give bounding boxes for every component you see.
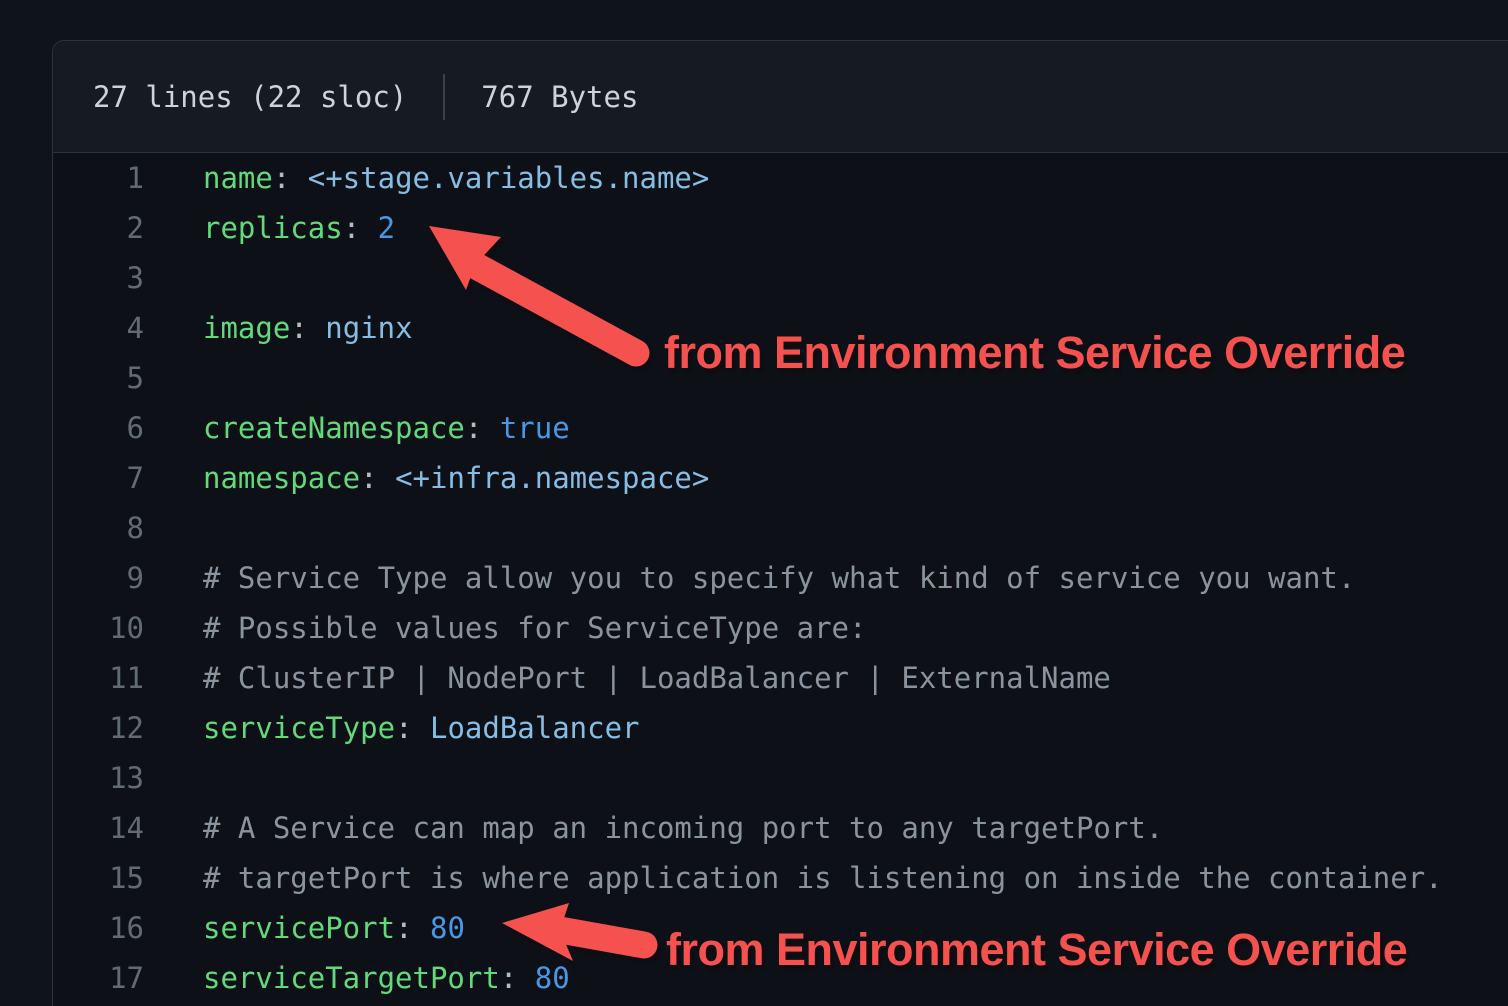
code-token-comment: # Possible values for ServiceType are: bbox=[203, 611, 866, 645]
code-token-comment: # A Service can map an incoming port to … bbox=[203, 811, 1163, 845]
code-token-str: <+stage.variables.name> bbox=[308, 161, 710, 195]
code-token-key: replicas bbox=[203, 211, 343, 245]
code-text: namespace: <+infra.namespace> bbox=[203, 461, 709, 495]
code-token-str: LoadBalancer bbox=[430, 711, 640, 745]
code-text: name: <+stage.variables.name> bbox=[203, 161, 709, 195]
code-token-punct: : bbox=[395, 711, 430, 745]
line-number[interactable]: 10 bbox=[53, 611, 144, 645]
line-number[interactable]: 7 bbox=[53, 461, 144, 495]
line-number[interactable]: 9 bbox=[53, 561, 144, 595]
line-number[interactable]: 1 bbox=[53, 161, 144, 195]
code-text: # A Service can map an incoming port to … bbox=[203, 811, 1163, 845]
code-token-num: true bbox=[500, 411, 570, 445]
code-line: 13 bbox=[53, 753, 1508, 803]
code-token-key: createNamespace bbox=[203, 411, 465, 445]
code-token-punct: : bbox=[290, 311, 325, 345]
code-token-key: namespace bbox=[203, 461, 360, 495]
code-line: 11 # ClusterIP | NodePort | LoadBalancer … bbox=[53, 653, 1508, 703]
code-token-str: nginx bbox=[325, 311, 412, 345]
code-text: image: nginx bbox=[203, 311, 413, 345]
line-number[interactable]: 16 bbox=[53, 911, 144, 945]
code-token-punct: : bbox=[343, 211, 378, 245]
code-line: 15 # targetPort is where application is l… bbox=[53, 853, 1508, 903]
code-line: 1 name: <+stage.variables.name> bbox=[53, 153, 1508, 203]
code-line: 10 # Possible values for ServiceType are: bbox=[53, 603, 1508, 653]
code-text: replicas: 2 bbox=[203, 211, 395, 245]
line-number[interactable]: 12 bbox=[53, 711, 144, 745]
line-number[interactable]: 17 bbox=[53, 961, 144, 995]
code-text: # targetPort is where application is lis… bbox=[203, 861, 1443, 895]
code-token-punct: : bbox=[500, 961, 535, 995]
file-size: 767 Bytes bbox=[481, 80, 638, 114]
code-token-num: 80 bbox=[430, 911, 465, 945]
header-divider bbox=[443, 74, 445, 120]
code-line: 9 # Service Type allow you to specify wha… bbox=[53, 553, 1508, 603]
code-token-key: servicePort bbox=[203, 911, 395, 945]
line-number[interactable]: 3 bbox=[53, 261, 144, 295]
code-token-key: name bbox=[203, 161, 273, 195]
line-number[interactable]: 15 bbox=[53, 861, 144, 895]
code-token-key: image bbox=[203, 311, 290, 345]
code-line: 8 bbox=[53, 503, 1508, 553]
code-line: 17 serviceTargetPort: 80 bbox=[53, 953, 1508, 1003]
code-text: # ClusterIP | NodePort | LoadBalancer | … bbox=[203, 661, 1111, 695]
code-line: 16 servicePort: 80 bbox=[53, 903, 1508, 953]
code-line: 5 bbox=[53, 353, 1508, 403]
code-line: 4 image: nginx bbox=[53, 303, 1508, 353]
code-token-comment: # ClusterIP | NodePort | LoadBalancer | … bbox=[203, 661, 1111, 695]
code-line: 12 serviceType: LoadBalancer bbox=[53, 703, 1508, 753]
code-line: 2replicas: 2 bbox=[53, 203, 1508, 253]
code-text: # Service Type allow you to specify what… bbox=[203, 561, 1355, 595]
code-text: servicePort: 80 bbox=[203, 911, 465, 945]
code-line: 3 bbox=[53, 253, 1508, 303]
code-line: 14 # A Service can map an incoming port t… bbox=[53, 803, 1508, 853]
file-viewer-card: 27 lines (22 sloc) 767 Bytes 1 name: <+st… bbox=[52, 40, 1508, 1006]
code-line: 7 namespace: <+infra.namespace> bbox=[53, 453, 1508, 503]
code-token-punct: : bbox=[273, 161, 308, 195]
code-token-punct: : bbox=[360, 461, 395, 495]
line-number[interactable]: 11 bbox=[53, 661, 144, 695]
line-number[interactable]: 2 bbox=[53, 211, 144, 245]
code-text: serviceTargetPort: 80 bbox=[203, 961, 570, 995]
code-line: 6 createNamespace: true bbox=[53, 403, 1508, 453]
code-token-num: 80 bbox=[535, 961, 570, 995]
code-token-num: 2 bbox=[378, 211, 395, 245]
line-number[interactable]: 8 bbox=[53, 511, 144, 545]
line-number[interactable]: 14 bbox=[53, 811, 144, 845]
code-token-comment: # targetPort is where application is lis… bbox=[203, 861, 1443, 895]
code-token-key: serviceTargetPort bbox=[203, 961, 500, 995]
line-number[interactable]: 13 bbox=[53, 761, 144, 795]
line-number[interactable]: 4 bbox=[53, 311, 144, 345]
code-text: serviceType: LoadBalancer bbox=[203, 711, 640, 745]
file-lines-count: 27 lines (22 sloc) bbox=[93, 80, 407, 114]
code-token-punct: : bbox=[395, 911, 430, 945]
code-token-punct: : bbox=[465, 411, 500, 445]
code-token-key: serviceType bbox=[203, 711, 395, 745]
line-number[interactable]: 6 bbox=[53, 411, 144, 445]
code-token-str: <+infra.namespace> bbox=[395, 461, 709, 495]
file-info-bar: 27 lines (22 sloc) 767 Bytes bbox=[53, 41, 1508, 153]
code-text: createNamespace: true bbox=[203, 411, 570, 445]
code-lines: 1name: <+stage.variables.name>2replicas:… bbox=[53, 153, 1508, 1003]
line-number[interactable]: 5 bbox=[53, 361, 144, 395]
code-text: # Possible values for ServiceType are: bbox=[203, 611, 866, 645]
code-token-comment: # Service Type allow you to specify what… bbox=[203, 561, 1355, 595]
